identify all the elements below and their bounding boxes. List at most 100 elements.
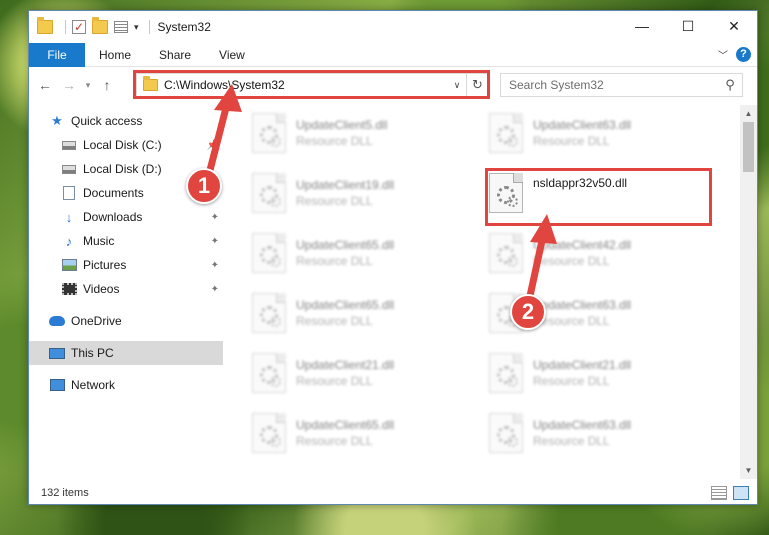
- qat-dropdown-icon[interactable]: ▾: [134, 22, 139, 33]
- window-title: System32: [157, 20, 211, 34]
- videos-icon: [61, 283, 77, 295]
- dll-file-icon: [252, 353, 286, 393]
- scroll-up-icon[interactable]: ▲: [740, 105, 757, 122]
- file-name: UpdateClient65.dll: [296, 238, 395, 252]
- file-name: UpdateClient65.dll: [296, 298, 395, 312]
- file-name: UpdateClient19.dll: [296, 178, 395, 192]
- scroll-down-icon[interactable]: ▼: [740, 462, 757, 479]
- pin-icon[interactable]: ✦: [211, 236, 219, 247]
- file-item[interactable]: UpdateClient5.dll Resource DLL: [252, 109, 482, 157]
- file-item[interactable]: UpdateClient21.dll Resource DLL: [489, 349, 719, 397]
- file-item[interactable]: UpdateClient19.dll Resource DLL: [252, 169, 482, 217]
- search-icon[interactable]: ⚲: [718, 77, 742, 93]
- search-box[interactable]: ⚲: [500, 73, 743, 97]
- vertical-scrollbar[interactable]: ▲ ▼: [740, 105, 757, 479]
- file-name: UpdateClient5.dll: [296, 118, 388, 132]
- file-item[interactable]: UpdateClient65.dll Resource DLL: [252, 229, 482, 277]
- toolbar-divider: [148, 20, 150, 34]
- title-bar: ✓ ▾ System32 — ☐ ✕: [29, 11, 757, 43]
- file-item[interactable]: UpdateClient42.dll Resource DLL: [489, 229, 719, 277]
- file-item[interactable]: UpdateClient21.dll Resource DLL: [252, 349, 482, 397]
- computer-icon: [49, 347, 65, 359]
- file-type: Resource DLL: [533, 374, 610, 388]
- file-type: Resource DLL: [533, 434, 610, 448]
- dll-file-icon: [252, 233, 286, 273]
- sidebar-item-label: Documents: [83, 186, 144, 200]
- file-item[interactable]: UpdateClient65.dll Resource DLL: [252, 409, 482, 457]
- tab-view[interactable]: View: [205, 43, 259, 67]
- sidebar-item-label: Quick access: [71, 114, 143, 128]
- sidebar-item-pictures[interactable]: Pictures ✦: [29, 253, 223, 277]
- view-details-icon[interactable]: [114, 21, 128, 33]
- details-view-icon[interactable]: [711, 486, 727, 500]
- file-name: UpdateClient21.dll: [296, 358, 395, 372]
- help-icon[interactable]: ?: [736, 47, 751, 62]
- sidebar-item-label: OneDrive: [71, 314, 122, 328]
- sidebar-item-label: Local Disk (D:): [83, 162, 162, 176]
- drive-icon: [62, 164, 76, 174]
- minimize-button[interactable]: —: [619, 11, 665, 41]
- expand-ribbon-chevron-icon[interactable]: ﹀: [718, 47, 728, 62]
- view-toggle: [705, 486, 749, 500]
- search-input[interactable]: [509, 78, 718, 92]
- tab-home[interactable]: Home: [85, 43, 145, 67]
- sidebar-item-label: Local Disk (C:): [83, 138, 162, 152]
- file-type: Resource DLL: [296, 434, 373, 448]
- sidebar-item-label: Music: [83, 234, 115, 248]
- recent-locations-chevron-icon[interactable]: ▾: [81, 80, 95, 91]
- sidebar-item-network[interactable]: Network: [29, 373, 223, 397]
- file-type: Resource DLL: [533, 314, 610, 328]
- sidebar-item-label: Network: [71, 378, 116, 392]
- tab-share[interactable]: Share: [145, 43, 205, 67]
- file-name: UpdateClient63.dll: [533, 418, 632, 432]
- sidebar-item-onedrive[interactable]: OneDrive: [29, 309, 223, 333]
- file-item[interactable]: UpdateClient63.dll Resource DLL: [489, 409, 719, 457]
- sidebar-item-downloads[interactable]: ↓ Downloads ✦: [29, 205, 223, 229]
- forward-arrow-icon[interactable]: →: [57, 77, 81, 93]
- ribbon-tabs: File Home Share View ﹀ ?: [29, 42, 757, 67]
- sidebar-item-videos[interactable]: Videos ✦: [29, 277, 223, 301]
- toolbar-divider: [65, 20, 66, 34]
- tab-file[interactable]: File: [29, 42, 85, 67]
- close-button[interactable]: ✕: [711, 11, 757, 41]
- dll-file-icon: [252, 173, 286, 213]
- dll-file-icon: [489, 113, 523, 153]
- pin-icon[interactable]: 📌: [207, 140, 219, 151]
- sidebar-item-label: Videos: [83, 282, 120, 296]
- pin-icon[interactable]: ✦: [211, 212, 219, 223]
- dll-file-icon: [252, 293, 286, 333]
- star-icon: ★: [51, 113, 63, 128]
- file-name: UpdateClient21.dll: [533, 358, 632, 372]
- large-icons-view-icon[interactable]: [733, 486, 749, 500]
- maximize-button[interactable]: ☐: [665, 11, 711, 41]
- new-folder-icon[interactable]: [92, 17, 108, 34]
- quick-access-toolbar: ✓ ▾: [29, 17, 156, 34]
- scrollbar-thumb[interactable]: [743, 122, 754, 172]
- file-type: Resource DLL: [296, 254, 373, 268]
- up-arrow-icon[interactable]: ↑: [95, 77, 119, 93]
- sidebar-item-quick-access[interactable]: ★ Quick access: [29, 109, 223, 133]
- file-type: Resource DLL: [296, 314, 373, 328]
- file-type: Resource DLL: [296, 134, 373, 148]
- file-item[interactable]: UpdateClient65.dll Resource DLL: [252, 289, 482, 337]
- documents-icon: [63, 186, 75, 200]
- file-item[interactable]: UpdateClient63.dll Resource DLL: [489, 109, 719, 157]
- pin-icon[interactable]: ✦: [211, 260, 219, 271]
- sidebar-item-local-disk-c[interactable]: Local Disk (C:) 📌: [29, 133, 223, 157]
- step-2-badge: 2: [510, 294, 546, 330]
- folder-icon[interactable]: [37, 17, 53, 34]
- downloads-icon: ↓: [65, 209, 73, 225]
- pin-icon[interactable]: ✦: [211, 284, 219, 295]
- file-list: UpdateClient5.dll Resource DLL UpdateClie…: [224, 105, 739, 479]
- file-name: UpdateClient63.dll: [533, 118, 632, 132]
- sidebar-item-this-pc[interactable]: This PC: [29, 341, 223, 365]
- ribbon-right-controls: ﹀ ?: [718, 47, 751, 62]
- address-bar-highlight: [133, 70, 490, 99]
- sidebar-item-music[interactable]: ♪ Music ✦: [29, 229, 223, 253]
- window-controls: — ☐ ✕: [619, 11, 757, 41]
- pictures-icon: [61, 259, 77, 271]
- file-type: Resource DLL: [533, 254, 610, 268]
- sidebar-item-label: This PC: [71, 346, 114, 360]
- properties-check-icon[interactable]: ✓: [72, 20, 86, 34]
- back-arrow-icon[interactable]: ←: [33, 77, 57, 93]
